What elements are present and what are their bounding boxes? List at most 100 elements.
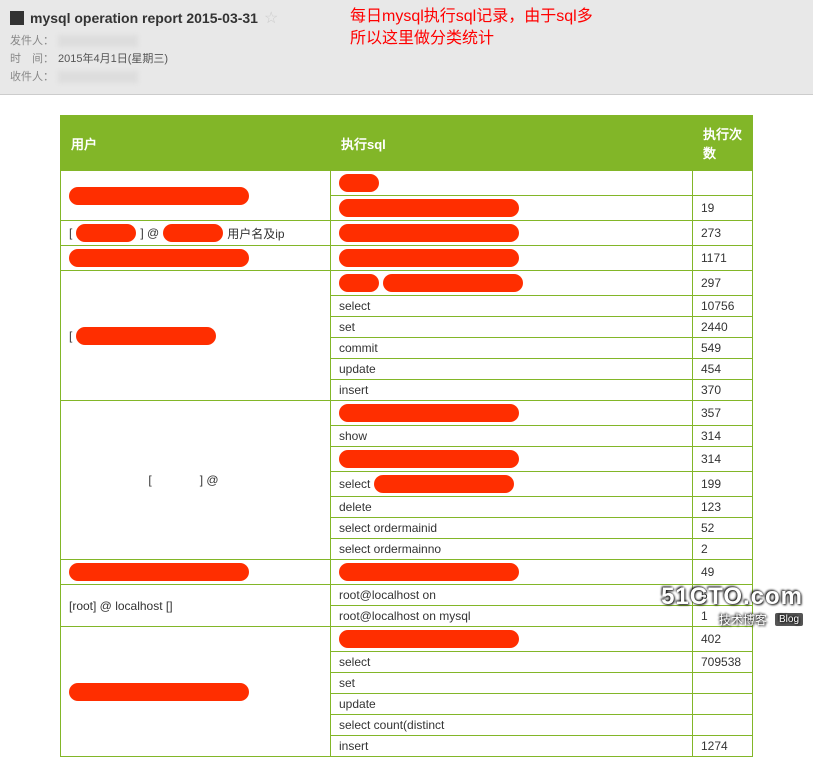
sql-cell: insert	[331, 380, 693, 401]
table-body: 19 [] @用户名及ip 273 1171 [ 297 select10756…	[61, 171, 753, 757]
from-value-redacted	[58, 35, 138, 47]
count-cell: 1274	[693, 736, 753, 757]
count-cell: 1171	[693, 246, 753, 271]
count-cell: 2440	[693, 317, 753, 338]
user-cell: [] @	[61, 401, 331, 560]
redacted	[339, 450, 519, 468]
sql-cell: root@localhost on	[331, 585, 693, 606]
sql-cell: set	[331, 317, 693, 338]
count-cell: 314	[693, 447, 753, 472]
redacted	[339, 563, 519, 581]
subject-text: mysql operation report 2015-03-31	[30, 10, 258, 26]
count-cell: 19	[693, 196, 753, 221]
sql-cell	[331, 560, 693, 585]
sql-cell	[331, 627, 693, 652]
sql-cell: update	[331, 694, 693, 715]
mail-icon	[10, 11, 24, 25]
table-header-row: 用户 执行sql 执行次数	[61, 116, 753, 171]
redacted	[339, 249, 519, 267]
redacted	[69, 187, 249, 205]
count-cell: 49	[693, 560, 753, 585]
redacted	[76, 327, 216, 345]
col-sql: 执行sql	[331, 116, 693, 171]
redacted	[339, 404, 519, 422]
count-cell: 370	[693, 380, 753, 401]
count-cell: 549	[693, 338, 753, 359]
count-cell: 314	[693, 426, 753, 447]
redacted	[69, 683, 249, 701]
annotation-line1: 每日mysql执行sql记录，由于sql多	[350, 6, 593, 28]
redacted	[339, 199, 519, 217]
to-label: 收件人：	[10, 68, 54, 86]
sql-cell	[331, 271, 693, 296]
email-header-wrap: mysql operation report 2015-03-31 ☆ 发件人：…	[0, 0, 813, 95]
count-cell: 123	[693, 497, 753, 518]
sql-cell: insert	[331, 736, 693, 757]
sql-cell: select	[331, 472, 693, 497]
count-cell: 402	[693, 627, 753, 652]
time-value: 2015年4月1日(星期三)	[58, 50, 168, 68]
time-line: 时 间： 2015年4月1日(星期三)	[10, 50, 803, 68]
redacted	[163, 224, 223, 242]
user-cell: [] @用户名及ip	[61, 221, 331, 246]
table-row: [] @用户名及ip 273	[61, 221, 753, 246]
sql-cell	[331, 246, 693, 271]
count-cell: 454	[693, 359, 753, 380]
redacted	[76, 224, 136, 242]
count-cell: 10756	[693, 296, 753, 317]
sql-cell: update	[331, 359, 693, 380]
report-table: 用户 执行sql 执行次数 19 [] @用户名及ip 273	[60, 115, 753, 757]
watermark-blog: Blog	[775, 613, 803, 626]
col-count: 执行次数	[693, 116, 753, 171]
from-label: 发件人：	[10, 32, 54, 50]
sql-cell: show	[331, 426, 693, 447]
user-cell	[61, 171, 331, 221]
sql-cell	[331, 196, 693, 221]
sql-cell: select ordermainno	[331, 539, 693, 560]
table-row: [ 297	[61, 271, 753, 296]
count-cell: 52	[693, 518, 753, 539]
content-area: 用户 执行sql 执行次数 19 [] @用户名及ip 273	[0, 95, 813, 767]
user-cell: [	[61, 271, 331, 401]
sql-cell	[331, 221, 693, 246]
to-line: 收件人：	[10, 68, 803, 86]
count-cell: 199	[693, 472, 753, 497]
watermark: 51CTO.com 技术博客 Blog	[661, 583, 803, 628]
count-cell: 709538	[693, 652, 753, 673]
count-cell: 297	[693, 271, 753, 296]
count-cell: 273	[693, 221, 753, 246]
col-user: 用户	[61, 116, 331, 171]
sql-cell: commit	[331, 338, 693, 359]
user-cell	[61, 627, 331, 757]
user-cell: [root] @ localhost []	[61, 585, 331, 627]
annotation-overlay: 每日mysql执行sql记录，由于sql多 所以这里做分类统计	[350, 6, 593, 50]
table-row: 49	[61, 560, 753, 585]
count-cell: 357	[693, 401, 753, 426]
star-icon[interactable]: ☆	[264, 8, 278, 28]
table-row: 402	[61, 627, 753, 652]
watermark-sub: 技术博客 Blog	[661, 611, 803, 628]
user-ip-label: 用户名及ip	[227, 225, 284, 242]
redacted	[69, 563, 249, 581]
redacted	[339, 274, 379, 292]
redacted	[339, 224, 519, 242]
sql-cell	[331, 171, 693, 196]
count-cell	[693, 694, 753, 715]
count-cell	[693, 673, 753, 694]
annotation-line2: 所以这里做分类统计	[350, 28, 593, 50]
redacted	[383, 274, 523, 292]
user-cell	[61, 246, 331, 271]
redacted	[374, 475, 514, 493]
redacted	[339, 174, 379, 192]
table-row: 1171	[61, 246, 753, 271]
table-row	[61, 171, 753, 196]
sql-cell: root@localhost on mysql	[331, 606, 693, 627]
time-label: 时 间：	[10, 50, 54, 68]
count-cell	[693, 171, 753, 196]
watermark-main: 51CTO.com	[661, 583, 803, 611]
sql-cell: set	[331, 673, 693, 694]
count-cell: 2	[693, 539, 753, 560]
table-row: [root] @ localhost [] root@localhost on …	[61, 585, 753, 606]
sql-cell: delete	[331, 497, 693, 518]
sql-cell: select	[331, 652, 693, 673]
